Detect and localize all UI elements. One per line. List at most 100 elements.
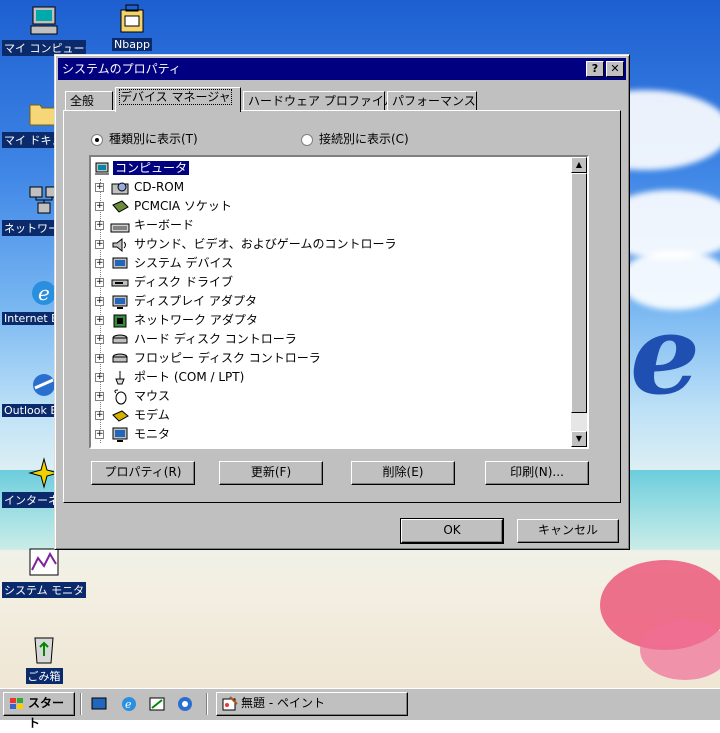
taskbar-separator [80, 693, 82, 715]
tab-label: ハードウェア プロファイル [248, 94, 396, 108]
tree-item-label: ネットワーク アダプタ [134, 313, 258, 327]
system-properties-dialog: システムのプロパティ ? ✕ 全般 デバイス マネージャ ハードウェア プロファ… [54, 54, 630, 550]
tree-item-label: モニタ [134, 427, 171, 441]
tree-item[interactable]: + フロッピー ディスク コントローラ [95, 349, 321, 368]
desktop-icon-nbapp[interactable]: Nbapp [92, 2, 172, 54]
pcmcia-icon [112, 199, 129, 213]
flower [640, 620, 720, 680]
cancel-button[interactable]: キャンセル [517, 519, 619, 543]
expand-icon[interactable]: + [95, 278, 104, 287]
tree-item[interactable]: + サウンド、ビデオ、およびゲームのコントローラ [95, 235, 396, 254]
scroll-down-icon[interactable]: ▼ [571, 431, 587, 447]
tree-item[interactable]: + システム デバイス [95, 254, 233, 273]
expand-icon[interactable]: + [95, 373, 104, 382]
wallpaper-logo: e [630, 290, 700, 419]
tree-root-computer[interactable]: コンピュータ [94, 160, 190, 178]
expand-icon[interactable]: + [95, 183, 104, 192]
expand-icon[interactable]: + [95, 240, 104, 249]
expand-icon[interactable]: + [95, 259, 104, 268]
start-button[interactable]: スタート [3, 692, 75, 730]
mouse-icon [114, 389, 127, 404]
monitor-chart-icon [29, 548, 59, 576]
window-title: システムのプロパティ [62, 62, 181, 76]
scroll-thumb[interactable] [571, 173, 587, 413]
close-button[interactable]: ✕ [606, 61, 624, 77]
tab-performance[interactable]: パフォーマンス [387, 91, 477, 111]
tree-item[interactable]: + PCMCIA ソケット [95, 197, 232, 216]
remove-button[interactable]: 削除(E) [351, 461, 455, 485]
tab-device-manager[interactable]: デバイス マネージャ [115, 87, 241, 112]
device-tree[interactable]: コンピュータ + CD-ROM + PCMCIA ソケット + キーボード + サウンド… [89, 155, 589, 449]
radio-label: 種類別に表示(T) [109, 132, 198, 146]
tree-item[interactable]: + モニタ [95, 425, 170, 444]
expand-icon[interactable]: + [95, 392, 104, 401]
tab-hardware-profiles[interactable]: ハードウェア プロファイル [243, 91, 396, 111]
expand-icon[interactable]: + [95, 221, 104, 230]
tree-item[interactable]: + マウス [95, 387, 170, 406]
display-adapter-icon [112, 295, 128, 309]
tree-item[interactable]: + CD-ROM [95, 178, 184, 197]
tree-item[interactable]: + キーボード [95, 216, 194, 235]
tree-item-label: CD-ROM [134, 180, 185, 194]
tree-item[interactable]: + ネットワーク アダプタ [95, 311, 258, 330]
tree-item[interactable]: + ポート (COM / LPT) [95, 368, 244, 387]
channels-icon[interactable] [176, 695, 194, 713]
tree-item[interactable]: + ディスプレイ アダプタ [95, 292, 257, 311]
radio-label: 接続別に表示(C) [319, 132, 409, 146]
tree-item[interactable]: + ハード ディスク コントローラ [95, 330, 297, 349]
scroll-up-icon[interactable]: ▲ [571, 157, 587, 173]
desktop-icon-system-monitor[interactable]: システム モニタ [2, 546, 86, 601]
expand-icon[interactable]: + [95, 316, 104, 325]
ok-button[interactable]: OK [400, 518, 504, 544]
titlebar[interactable]: システムのプロパティ ? ✕ [58, 58, 626, 80]
tree-item[interactable]: + ディスク ドライブ [95, 273, 233, 292]
view-by-type-radio[interactable]: 種類別に表示(T) [91, 130, 198, 147]
tree-item-label: ディスク ドライブ [134, 275, 233, 289]
recycle-bin-icon [34, 637, 54, 664]
cdrom-icon [111, 182, 129, 194]
expand-icon[interactable]: + [95, 430, 104, 439]
desktop-icon-recycle-bin[interactable]: ごみ箱 [2, 632, 86, 687]
help-button[interactable]: ? [586, 61, 604, 77]
tab-label: 全般 [70, 94, 95, 108]
expand-icon[interactable]: + [95, 297, 104, 306]
disk-drive-icon [111, 279, 129, 286]
print-button[interactable]: 印刷(N)... [485, 461, 589, 485]
desktop-icon-label: ごみ箱 [25, 668, 63, 684]
task-label: 無題 - ペイント [241, 696, 325, 710]
tree-item-label: フロッピー ディスク コントローラ [134, 351, 321, 365]
expand-icon[interactable]: + [95, 335, 104, 344]
windows-logo-icon [10, 698, 23, 709]
tab-label: パフォーマンス [392, 94, 476, 108]
expand-icon[interactable]: + [95, 354, 104, 363]
tree-item-label: サウンド、ビデオ、およびゲームのコントローラ [134, 237, 397, 251]
keyboard-icon [110, 223, 130, 232]
radio-dot [301, 133, 313, 146]
show-desktop-icon[interactable] [90, 695, 108, 713]
taskbar-separator [206, 693, 208, 715]
tree-item-label: マウス [134, 389, 171, 403]
properties-button[interactable]: プロパティ(R) [91, 461, 195, 485]
paint-icon [222, 696, 238, 711]
tree-item-label: ポート (COM / LPT) [134, 370, 245, 384]
view-by-connection-radio[interactable]: 接続別に表示(C) [301, 130, 409, 147]
refresh-button[interactable]: 更新(F) [219, 461, 323, 485]
tree-item-label: キーボード [134, 218, 195, 232]
taskbar-button-paint[interactable]: 無題 - ペイント [216, 692, 408, 716]
tab-label: デバイス マネージャ [119, 89, 232, 105]
desktop-icon-my-computer[interactable]: マイ コンピュータ [2, 4, 86, 59]
tree-item-label: モデム [134, 408, 170, 422]
tab-general[interactable]: 全般 [65, 91, 113, 111]
sound-icon [112, 237, 126, 252]
tree-item[interactable]: + モデム [95, 406, 170, 425]
ie-icon[interactable]: e [120, 695, 138, 713]
expand-icon[interactable]: + [95, 411, 104, 420]
computer-icon [30, 6, 58, 35]
tree-item-label: ハード ディスク コントローラ [134, 332, 297, 346]
expand-icon[interactable]: + [95, 202, 104, 211]
tree-item-label: PCMCIA ソケット [134, 199, 232, 213]
desktop-icon-label: システム モニタ [2, 582, 86, 598]
briefcase-icon [120, 4, 144, 33]
outlook-icon[interactable] [148, 695, 166, 713]
tree-scrollbar[interactable]: ▲ ▼ [571, 157, 587, 447]
